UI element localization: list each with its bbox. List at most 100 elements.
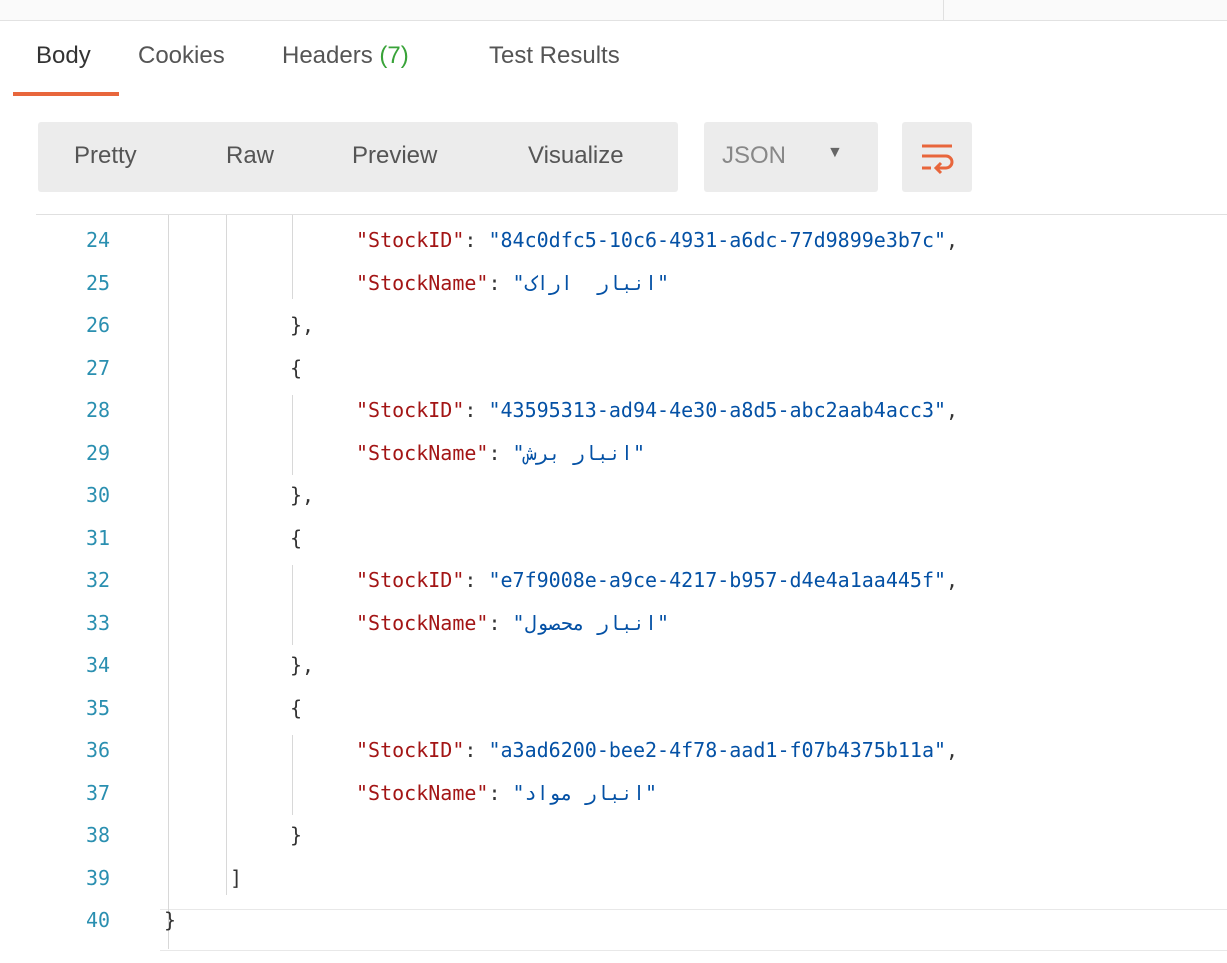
code-line: 37 "StockName": "انبار مواد" <box>36 772 1227 814</box>
code-line: 34}, <box>36 644 1227 686</box>
text-wrap-icon <box>922 144 954 175</box>
json-comma: , <box>946 738 959 762</box>
tab-cookies[interactable]: Cookies <box>138 42 225 70</box>
line-number: 28 <box>86 398 111 422</box>
json-string-value: "انبار مواد" <box>512 780 658 805</box>
raw-button[interactable]: Raw <box>226 142 274 170</box>
json-string-value: "43595313-ad94-4e30-a8d5-abc2aab4acc3" <box>488 398 947 422</box>
json-bracket: { <box>290 355 303 380</box>
code-line: 35 { <box>36 687 1227 729</box>
json-key: "StockID" <box>356 228 465 252</box>
line-number: 33 <box>86 610 111 635</box>
line-number: 29 <box>86 440 111 465</box>
code-line: 24 "StockID": "84c0dfc5-10c6-4931-a6dc-77… <box>36 219 1227 261</box>
json-colon: : <box>464 738 489 762</box>
line-number: 37 <box>86 780 111 805</box>
tab-test-results[interactable]: Test Results <box>489 42 620 70</box>
json-bracket: { <box>290 695 303 720</box>
tab-headers[interactable]: Headers (7) <box>282 42 409 70</box>
json-property: "StockID": "e7f9008e-a9ce-4217-b957-d4e4… <box>356 559 958 601</box>
line-number: 40 <box>86 908 111 932</box>
json-string-value: "84c0dfc5-10c6-4931-a6dc-77d9899e3b7c" <box>488 228 947 252</box>
json-key: "StockName" <box>356 780 489 805</box>
code-line: 39] <box>36 857 1227 899</box>
json-bracket: } <box>164 908 177 932</box>
line-number: 34 <box>86 653 111 677</box>
format-select-value: JSON <box>722 142 787 169</box>
line-number: 27 <box>86 355 111 380</box>
line-number: 39 <box>86 865 111 890</box>
json-bracket: ] <box>230 865 243 890</box>
tab-headers-label: Headers <box>282 42 380 69</box>
code-line: 36 "StockID": "a3ad6200-bee2-4f78-aad1-f0… <box>36 729 1227 771</box>
json-key: "StockID" <box>356 568 465 592</box>
json-string-value: "e7f9008e-a9ce-4217-b957-d4e4a1aa445f" <box>488 568 947 592</box>
code-line: 28 "StockID": "43595313-ad94-4e30-a8d5-ab… <box>36 389 1227 431</box>
json-bracket: { <box>290 525 303 550</box>
json-property: "StockName": "انبار اراک" <box>356 262 669 304</box>
json-bracket: }, <box>290 653 315 677</box>
json-string-value: "انبار برش" <box>512 440 645 465</box>
code-line: 40} <box>36 899 1227 941</box>
json-colon: : <box>488 780 513 805</box>
json-key: "StockName" <box>356 270 489 295</box>
code-line: 33 "StockName": "انبار محصول" <box>36 602 1227 644</box>
json-bracket: }, <box>290 483 315 507</box>
line-number: 24 <box>86 228 111 252</box>
json-string-value: "a3ad6200-bee2-4f78-aad1-f07b4375b11a" <box>488 738 947 762</box>
wrap-lines-button[interactable] <box>902 122 972 192</box>
line-number: 25 <box>86 270 111 295</box>
json-colon: : <box>464 228 489 252</box>
active-tab-indicator <box>13 92 119 96</box>
json-bracket: }, <box>290 313 315 337</box>
pane-separator <box>943 0 944 20</box>
pretty-button[interactable]: Pretty <box>74 142 137 170</box>
json-property: "StockName": "انبار مواد" <box>356 772 657 814</box>
json-key: "StockName" <box>356 610 489 635</box>
json-property: "StockID": "43595313-ad94-4e30-a8d5-abc2… <box>356 389 958 431</box>
json-property: "StockName": "انبار برش" <box>356 432 645 474</box>
json-property: "StockName": "انبار محصول" <box>356 602 669 644</box>
json-property: "StockID": "84c0dfc5-10c6-4931-a6dc-77d9… <box>356 219 958 261</box>
json-colon: : <box>488 610 513 635</box>
code-line: 25 "StockName": "انبار اراک" <box>36 262 1227 304</box>
json-string-value: "انبار اراک" <box>512 270 670 295</box>
code-line: 30}, <box>36 474 1227 516</box>
code-line: 32 "StockID": "e7f9008e-a9ce-4217-b957-d4… <box>36 559 1227 601</box>
json-comma: , <box>946 568 959 592</box>
line-number: 26 <box>86 313 111 337</box>
line-number: 36 <box>86 738 111 762</box>
json-colon: : <box>464 568 489 592</box>
response-tabs: Body Cookies Headers (7) Test Results <box>0 36 1227 96</box>
json-comma: , <box>946 228 959 252</box>
top-divider <box>0 0 1227 21</box>
code-line: 27 { <box>36 347 1227 389</box>
body-toolbar: Pretty Raw Preview Visualize JSON ▼ <box>0 118 1227 198</box>
json-key: "StockID" <box>356 738 465 762</box>
headers-count-badge: (7) <box>379 42 409 69</box>
response-body-editor[interactable]: 24 "StockID": "84c0dfc5-10c6-4931-a6dc-77… <box>36 214 1227 963</box>
visualize-button[interactable]: Visualize <box>528 142 624 170</box>
line-number: 35 <box>86 695 111 720</box>
format-select[interactable]: JSON ▼ <box>704 122 878 192</box>
code-line: 29 "StockName": "انبار برش" <box>36 432 1227 474</box>
json-bracket: } <box>290 823 303 847</box>
preview-button[interactable]: Preview <box>352 142 437 170</box>
view-mode-group: Pretty Raw Preview Visualize <box>38 122 678 192</box>
json-property: "StockID": "a3ad6200-bee2-4f78-aad1-f07b… <box>356 729 958 771</box>
json-colon: : <box>488 270 513 295</box>
chevron-down-icon: ▼ <box>827 144 843 161</box>
json-key: "StockName" <box>356 440 489 465</box>
line-number: 30 <box>86 483 111 507</box>
json-colon: : <box>464 398 489 422</box>
json-key: "StockID" <box>356 398 465 422</box>
json-string-value: "انبار محصول" <box>512 610 670 635</box>
line-number: 38 <box>86 823 111 847</box>
line-number: 32 <box>86 568 111 592</box>
code-line: 26}, <box>36 304 1227 346</box>
code-line: 31 { <box>36 517 1227 559</box>
json-colon: : <box>488 440 513 465</box>
code-line: 38} <box>36 814 1227 856</box>
tab-body[interactable]: Body <box>36 42 91 70</box>
json-comma: , <box>946 398 959 422</box>
